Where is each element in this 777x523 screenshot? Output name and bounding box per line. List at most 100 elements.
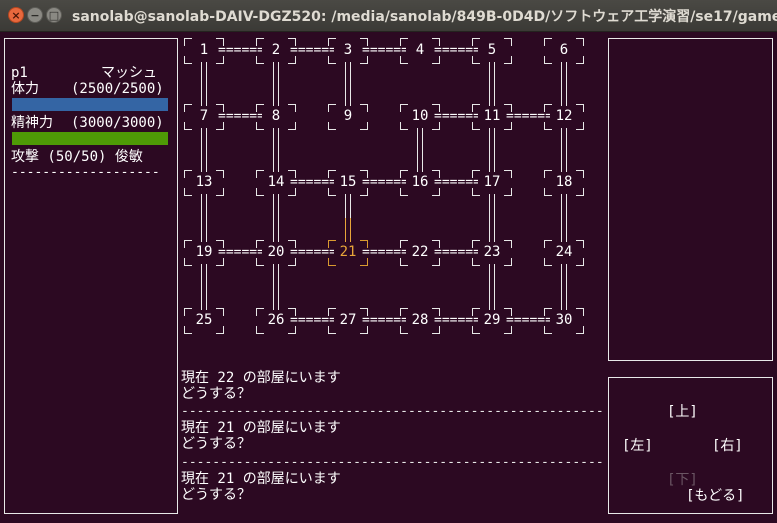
map-current-corridor bbox=[345, 218, 351, 242]
map-vertical-corridor bbox=[273, 128, 279, 172]
room-number: 17 bbox=[483, 174, 501, 190]
room-number: 19 bbox=[195, 244, 213, 260]
map-vertical-corridor bbox=[201, 194, 207, 242]
map-vertical-corridor bbox=[489, 194, 495, 242]
room-number: 4 bbox=[415, 42, 425, 58]
map-vertical-corridor bbox=[345, 62, 351, 106]
room-number: 3 bbox=[343, 42, 353, 58]
map-room: 22 bbox=[400, 240, 440, 266]
map-room: 8 bbox=[256, 104, 296, 130]
map-room: 15 bbox=[328, 170, 368, 196]
room-number: 8 bbox=[271, 108, 281, 124]
room-number: 29 bbox=[483, 312, 501, 328]
info-panel bbox=[608, 38, 773, 361]
map-room: 18 bbox=[544, 170, 584, 196]
map-vertical-corridor bbox=[561, 194, 567, 242]
status-panel: p1 マッシュ 体力 (2500/2500) 精神力 (3000/3000) 攻… bbox=[4, 38, 178, 514]
map-room: 5 bbox=[472, 38, 512, 64]
room-number: 9 bbox=[343, 108, 353, 124]
map-vertical-corridor bbox=[201, 264, 207, 310]
map-room: 13 bbox=[184, 170, 224, 196]
mp-label: 精神力 bbox=[11, 115, 53, 131]
room-number: 1 bbox=[199, 42, 209, 58]
map-vertical-corridor bbox=[561, 128, 567, 172]
control-panel: [上] [左] [右] [下] [もどる] bbox=[608, 377, 773, 514]
map-room: 28 bbox=[400, 308, 440, 334]
map-vertical-corridor bbox=[201, 128, 207, 172]
map-room: 16 bbox=[400, 170, 440, 196]
map-room: 11 bbox=[472, 104, 512, 130]
log-entry-1-line1: 現在 22 の部屋にいます bbox=[181, 370, 341, 386]
map-room: 1 bbox=[184, 38, 224, 64]
room-number: 30 bbox=[555, 312, 573, 328]
move-left-button[interactable]: [左] bbox=[622, 438, 653, 454]
room-number: 24 bbox=[555, 244, 573, 260]
map-vertical-corridor bbox=[273, 264, 279, 310]
room-number: 16 bbox=[411, 174, 429, 190]
map-room: 9 bbox=[328, 104, 368, 130]
log-entry-1-line2: どうする？ bbox=[181, 386, 251, 402]
room-number: 12 bbox=[555, 108, 573, 124]
map-vertical-corridor bbox=[489, 62, 495, 106]
move-down-button[interactable]: [下] bbox=[667, 472, 698, 488]
map-room: 27 bbox=[328, 308, 368, 334]
hp-label: 体力 bbox=[11, 81, 39, 97]
room-number: 13 bbox=[195, 174, 213, 190]
map-vertical-corridor bbox=[561, 62, 567, 106]
window-titlebar: × − □ sanolab@sanolab-DAIV-DGZ520: /medi… bbox=[0, 0, 777, 32]
dungeon-map: ====== ====== ====== ====== ====== ====== ====… bbox=[182, 36, 602, 348]
room-number: 28 bbox=[411, 312, 429, 328]
mp-bar bbox=[12, 132, 168, 145]
map-vertical-corridor bbox=[201, 62, 207, 106]
log-separator: ----------------------------------------… bbox=[181, 455, 604, 470]
move-up-button[interactable]: [上] bbox=[667, 404, 698, 420]
room-number: 2 bbox=[271, 42, 281, 58]
window-title: sanolab@sanolab-DAIV-DGZ520: /media/sano… bbox=[72, 9, 777, 25]
map-room: 4 bbox=[400, 38, 440, 64]
log-entry-2-line2: どうする？ bbox=[181, 436, 251, 452]
map-room: 3 bbox=[328, 38, 368, 64]
maximize-window-button[interactable]: □ bbox=[46, 7, 62, 23]
room-number: 18 bbox=[555, 174, 573, 190]
map-room: 6 bbox=[544, 38, 584, 64]
room-number: 5 bbox=[487, 42, 497, 58]
map-room-current: 21 bbox=[328, 240, 368, 266]
map-room: 20 bbox=[256, 240, 296, 266]
room-number: 20 bbox=[267, 244, 285, 260]
map-room: 10 bbox=[400, 104, 440, 130]
room-number: 27 bbox=[339, 312, 357, 328]
map-room: 30 bbox=[544, 308, 584, 334]
log-entry-2-line1: 現在 21 の部屋にいます bbox=[181, 420, 341, 436]
room-number: 25 bbox=[195, 312, 213, 328]
room-number: 11 bbox=[483, 108, 501, 124]
back-button[interactable]: [もどる] bbox=[686, 488, 745, 504]
map-room: 7 bbox=[184, 104, 224, 130]
map-room: 17 bbox=[472, 170, 512, 196]
log-entry-3-line2: どうする？ bbox=[181, 487, 251, 503]
map-room: 19 bbox=[184, 240, 224, 266]
map-room: 26 bbox=[256, 308, 296, 334]
log-entry-3-line1: 現在 21 の部屋にいます bbox=[181, 471, 341, 487]
hp-bar bbox=[12, 98, 168, 111]
room-number: 7 bbox=[199, 108, 209, 124]
map-room: 2 bbox=[256, 38, 296, 64]
map-vertical-corridor bbox=[273, 62, 279, 106]
map-vertical-corridor bbox=[273, 194, 279, 242]
close-window-button[interactable]: × bbox=[8, 7, 24, 23]
map-room: 29 bbox=[472, 308, 512, 334]
attack-stats: 攻撃 (50/50) 俊敏 bbox=[11, 149, 143, 165]
map-room: 25 bbox=[184, 308, 224, 334]
room-number: 15 bbox=[339, 174, 357, 190]
map-room: 24 bbox=[544, 240, 584, 266]
minimize-window-button[interactable]: − bbox=[27, 7, 43, 23]
map-vertical-corridor bbox=[417, 128, 423, 172]
map-room: 14 bbox=[256, 170, 296, 196]
player-name: マッシュ bbox=[101, 65, 157, 81]
move-right-button[interactable]: [右] bbox=[712, 438, 743, 454]
room-number: 21 bbox=[339, 244, 357, 260]
map-room: 23 bbox=[472, 240, 512, 266]
room-number: 14 bbox=[267, 174, 285, 190]
room-number: 10 bbox=[411, 108, 429, 124]
map-vertical-corridor bbox=[489, 264, 495, 310]
map-vertical-corridor bbox=[561, 264, 567, 310]
